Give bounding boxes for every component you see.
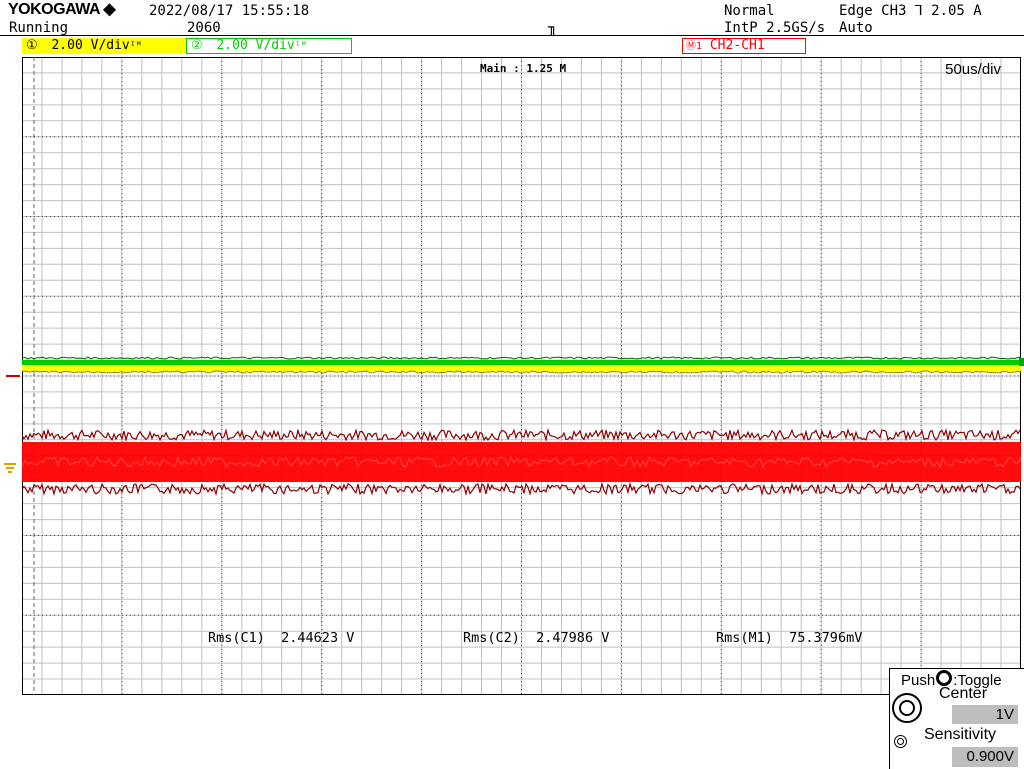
measurement-name: Rms(M1) xyxy=(716,630,773,646)
trigger-position-icon: ╖ xyxy=(548,18,558,36)
math-number: Ⓜ1 xyxy=(686,41,703,52)
measurement-value: 2.44623 V xyxy=(281,630,355,646)
measurement-rms-c2: Rms(C2) 2.47986 V xyxy=(463,630,609,646)
diamond-icon: ◆ xyxy=(103,1,116,18)
waveform-screen[interactable]: Main : 1.25 M 50us/div Rms(C1) 2.44623 V… xyxy=(22,57,1021,695)
panel-push-label: Push xyxy=(901,672,936,689)
brand-name: YOKOGAWA xyxy=(8,1,100,18)
knob-panel[interactable]: Push:Toggle Center 1V Sensitivity 0.900V xyxy=(889,668,1024,769)
ch1-trace xyxy=(22,365,1021,371)
ch2-right-marker xyxy=(1019,358,1024,366)
ch1-number: ① xyxy=(26,38,38,53)
acquisition-count: 2060 xyxy=(187,20,221,36)
trigger-source-label: Edge CH3 xyxy=(839,3,907,19)
brand-logo: YOKOGAWA ◆ xyxy=(8,1,116,18)
measurement-rms-m1: Rms(M1) 75.3796mV xyxy=(716,630,862,646)
measurement-value: 2.47986 V xyxy=(536,630,610,646)
center-value: 1V xyxy=(995,706,1014,723)
zoom-label: Main : 1.25 M xyxy=(480,62,567,75)
center-value-field[interactable]: 1V xyxy=(952,705,1018,724)
sensitivity-value-field[interactable]: 0.900V xyxy=(952,747,1018,767)
header-divider xyxy=(0,35,1024,36)
ch-offset-marker[interactable] xyxy=(6,375,20,377)
datetime: 2022/08/17 15:55:18 xyxy=(149,3,310,19)
ch2-scale: 2.00 V/div xyxy=(216,38,295,53)
run-status: Running xyxy=(9,20,69,36)
trigger-auto: Auto xyxy=(839,20,873,36)
ch2-trace xyxy=(22,360,1021,365)
falling-edge-icon: ⅂ xyxy=(914,3,923,19)
trigger-source: Edge CH3 ⅂ 2.05 A xyxy=(839,3,982,19)
sensitivity-label: Sensitivity xyxy=(924,726,997,743)
measurement-name: Rms(C2) xyxy=(463,630,520,646)
ch2-scale-box[interactable]: ② 2.00 V/divᴵᴹ xyxy=(186,38,352,54)
math-box[interactable]: Ⓜ1 CH2-CH1 xyxy=(682,38,806,54)
trigger-level: 2.05 A xyxy=(931,3,982,19)
sample-rate: IntP 2.5GS/s xyxy=(724,20,826,36)
trigger-mode: Normal xyxy=(724,3,775,19)
math-band xyxy=(22,442,1021,482)
ground-marker-icon[interactable] xyxy=(4,463,20,477)
graticule xyxy=(22,57,1021,695)
ch2-suffix: ᴵᴹ xyxy=(294,41,307,52)
ch2-number: ② xyxy=(191,38,203,53)
grid-fine xyxy=(22,57,1021,695)
ch1-scale: 2.00 V/div xyxy=(51,38,130,53)
measurement-name: Rms(C1) xyxy=(208,630,265,646)
ch1-scale-box[interactable]: ① 2.00 V/divᴵᴹ xyxy=(22,38,186,54)
center-knob-icon[interactable] xyxy=(892,693,922,723)
center-label: Center xyxy=(939,685,988,702)
timebase: 50us/div xyxy=(945,61,1001,78)
knob-push-icon xyxy=(936,670,953,686)
sensitivity-knob-icon[interactable] xyxy=(894,735,907,748)
measurement-rms-c1: Rms(C1) 2.44623 V xyxy=(208,630,354,646)
math-label: CH2-CH1 xyxy=(709,38,765,53)
ch1-suffix: ᴵᴹ xyxy=(129,41,142,52)
measurement-value: 75.3796mV xyxy=(789,630,863,646)
sensitivity-value: 0.900V xyxy=(966,748,1014,765)
